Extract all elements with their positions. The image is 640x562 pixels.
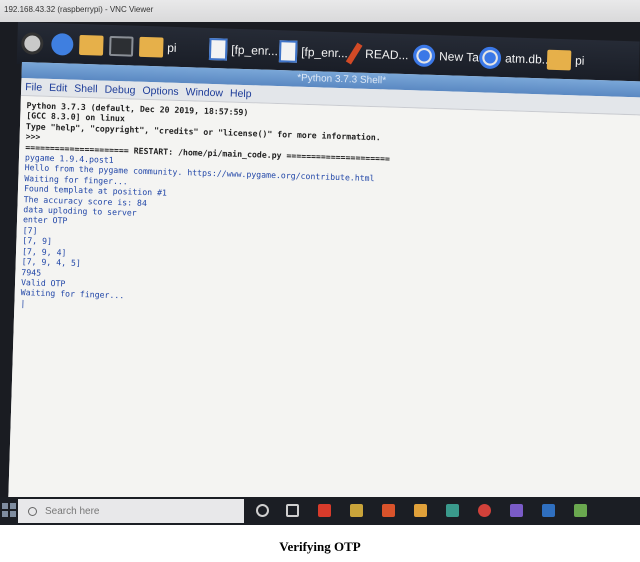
menu-options[interactable]: Options — [142, 85, 179, 100]
terminal-icon — [108, 35, 134, 57]
task-label: pi — [574, 53, 585, 68]
app-icon[interactable] — [510, 504, 523, 517]
pencil-icon — [345, 42, 363, 65]
task-readme[interactable]: READ... — [345, 38, 409, 70]
windows-taskbar: Search here — [0, 497, 640, 525]
menu-shell[interactable]: Shell — [74, 83, 98, 98]
task-view-icon[interactable] — [286, 504, 299, 517]
vnc-title-bar: 192.168.43.32 (raspberrypi) - VNC Viewer — [0, 0, 640, 22]
task-label: [fp_enr... — [300, 44, 349, 61]
app-icon[interactable] — [542, 504, 555, 517]
app-icon[interactable] — [446, 504, 459, 517]
menu-debug[interactable]: Debug — [104, 84, 135, 99]
shell-console[interactable]: Python 3.7.3 (default, Dec 20 2019, 18:5… — [7, 95, 640, 525]
search-placeholder: Search here — [45, 505, 100, 517]
monitor-photo: 192.168.43.32 (raspberrypi) - VNC Viewer… — [0, 0, 640, 525]
browser-icon[interactable] — [478, 504, 491, 517]
window-title: *Python 3.7.3 Shell* — [296, 72, 387, 87]
task-fp-enroll-2[interactable]: [fp_enr... — [278, 36, 349, 68]
task-atm-db[interactable]: atm.db... — [478, 43, 553, 75]
menu-help[interactable]: Help — [230, 88, 252, 103]
globe-icon — [50, 33, 74, 56]
browser-launcher[interactable] — [50, 29, 78, 60]
menu-window[interactable]: Window — [185, 86, 223, 101]
app-icon[interactable] — [574, 504, 587, 517]
taskbar-search[interactable]: Search here — [18, 499, 244, 523]
task-label: pi — [167, 40, 177, 55]
task-fp-enroll-1[interactable]: [fp_enr... — [208, 34, 279, 66]
menu-button[interactable] — [20, 28, 48, 59]
file-explorer-icon[interactable] — [350, 504, 363, 517]
vnc-title: 192.168.43.32 (raspberrypi) - VNC Viewer — [4, 5, 154, 14]
cortana-icon[interactable] — [256, 504, 269, 517]
file-manager-launcher[interactable] — [78, 30, 108, 61]
chromium-icon — [478, 46, 502, 70]
python-doc-icon — [208, 38, 228, 61]
folder-icon — [546, 49, 572, 71]
menu-edit[interactable]: Edit — [49, 82, 67, 97]
folder-icon — [78, 34, 104, 56]
task-label: atm.db... — [504, 51, 552, 67]
task-pi-folder[interactable]: pi — [138, 32, 177, 63]
raspberry-icon — [20, 32, 44, 55]
windows-logo-icon — [10, 503, 16, 509]
windows-logo-icon — [10, 511, 16, 517]
python-doc-icon — [278, 40, 298, 63]
task-label: READ... — [364, 46, 409, 63]
pdf-reader-icon[interactable] — [318, 504, 331, 517]
app-icon[interactable] — [382, 504, 395, 517]
task-label: [fp_enr... — [231, 42, 279, 59]
search-icon — [28, 506, 37, 516]
task-pi-folder-2[interactable]: pi — [546, 45, 585, 76]
python-shell-window: *Python 3.7.3 Shell* File Edit Shell Deb… — [7, 62, 640, 525]
menu-file[interactable]: File — [25, 81, 42, 96]
store-icon[interactable] — [414, 504, 427, 517]
folder-icon — [138, 36, 164, 58]
chromium-icon — [412, 44, 436, 68]
windows-logo-icon — [2, 511, 8, 517]
start-button[interactable] — [2, 503, 16, 517]
figure-caption: Verifying OTP — [279, 539, 361, 554]
windows-logo-icon — [2, 503, 8, 509]
terminal-launcher[interactable] — [108, 31, 138, 62]
